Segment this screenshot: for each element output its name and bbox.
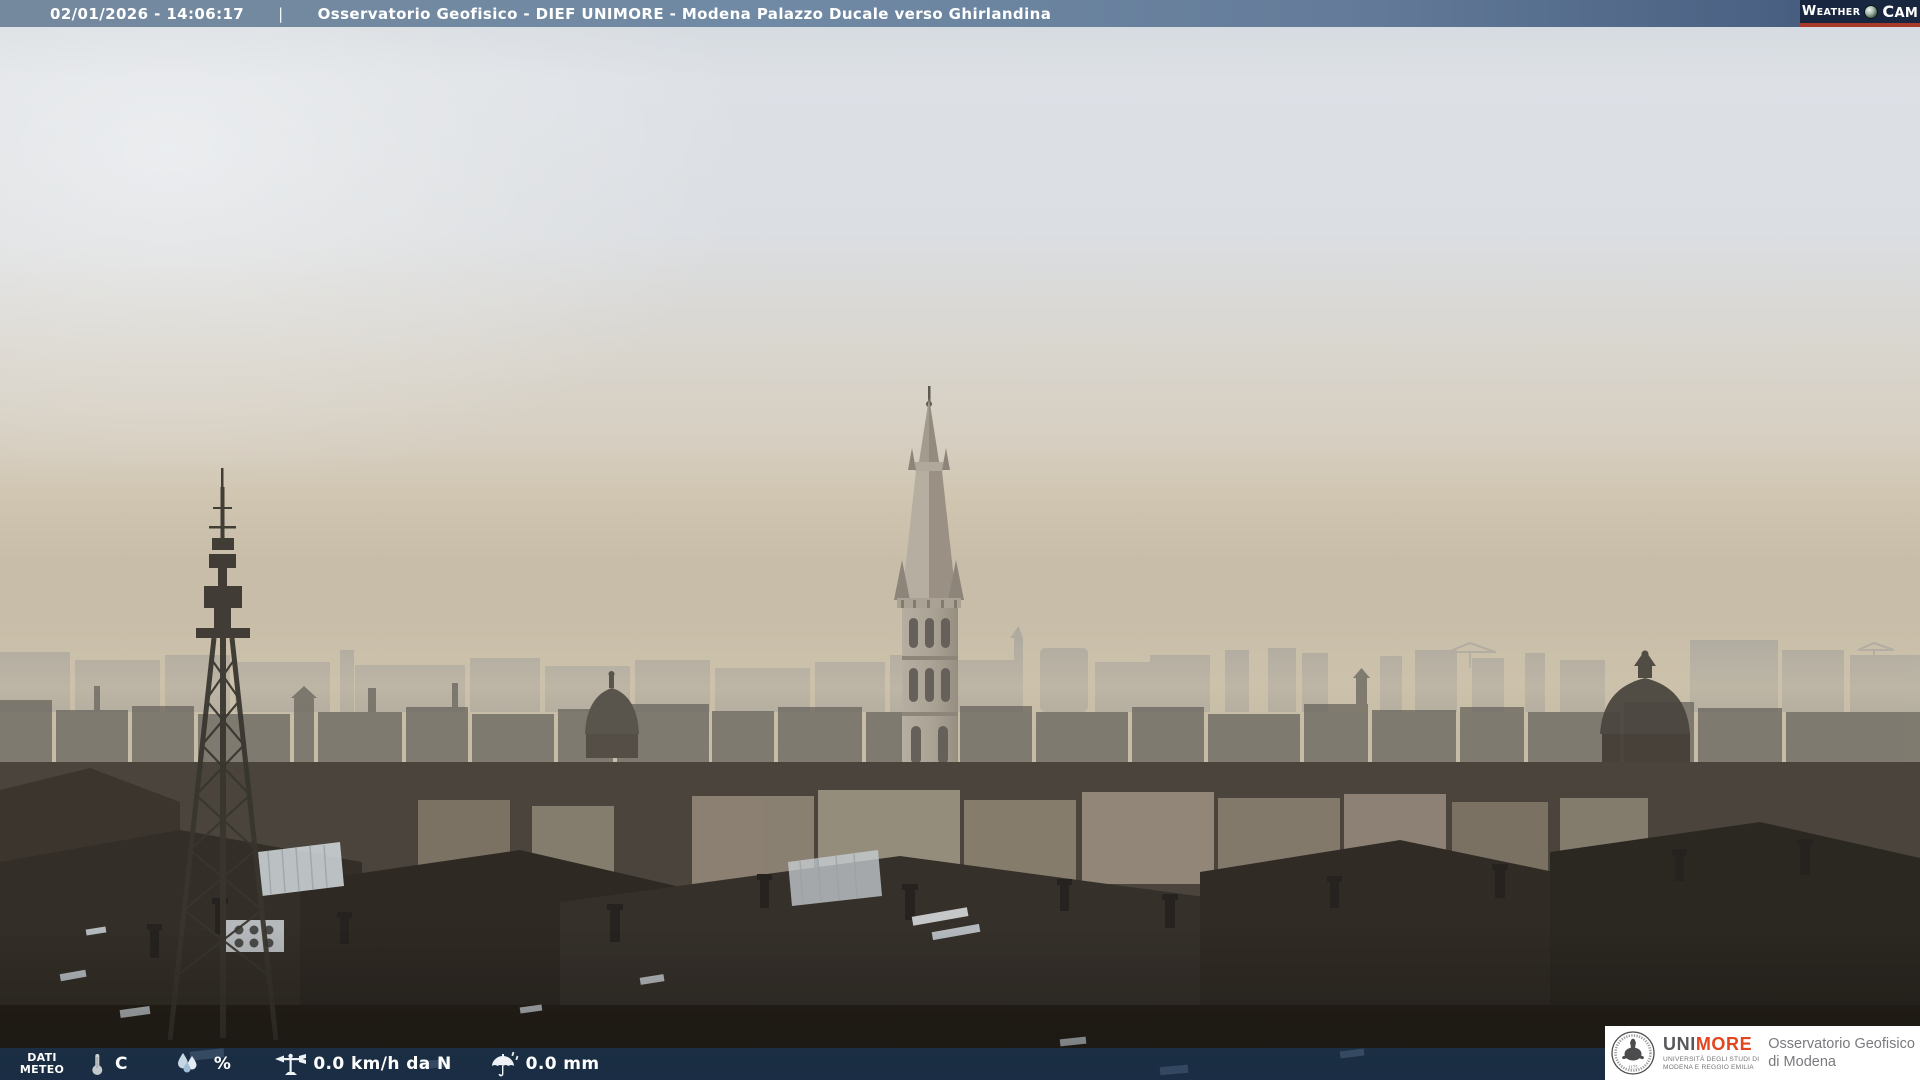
unimore-uni: UNI — [1663, 1033, 1696, 1054]
datetime-text: 02/01/2026 - 14:06:17 — [50, 4, 245, 23]
meteo-label: DATI METEO — [19, 1051, 65, 1076]
observatory-name: Osservatorio Geofisico di Modena — [1768, 1036, 1915, 1070]
wind-vane-icon — [275, 1053, 307, 1075]
camera-lens-icon — [1864, 4, 1879, 19]
thermometer-icon — [92, 1054, 103, 1075]
temperature-group: C — [84, 1051, 128, 1077]
page-title: Osservatorio Geofisico - DIEF UNIMORE - … — [317, 4, 1052, 23]
rain-group: 0.0 mm — [490, 1050, 600, 1078]
humidity-drops-icon — [177, 1053, 197, 1073]
rain-value: 0.0 mm — [525, 1054, 600, 1074]
rain-umbrella-icon — [491, 1051, 518, 1077]
titlebar-separator: | — [278, 4, 284, 23]
weathercam-logo[interactable]: Weather Cam — [1800, 0, 1920, 27]
webcam-page: 02/01/2026 - 14:06:17 | Osservatorio Geo… — [0, 0, 1920, 1080]
weathercam-word2: Cam — [1882, 2, 1919, 21]
unimore-more: MORE — [1695, 1033, 1753, 1054]
humidity-unit: % — [213, 1054, 232, 1074]
humidity-group: % — [174, 1051, 231, 1077]
unimore-logo-box[interactable]: 1175 UNIMORE UNIVERSITÀ DEGLI STUDI DI M… — [1605, 1026, 1920, 1080]
unimore-subtitle1: UNIVERSITÀ DEGLI STUDI DI — [1663, 1055, 1760, 1063]
unimore-wordmark: UNIMORE UNIVERSITÀ DEGLI STUDI DI MODENA… — [1663, 1035, 1759, 1072]
title-bar: 02/01/2026 - 14:06:17 | Osservatorio Geo… — [0, 0, 1920, 27]
wind-group: 0.0 km/h da N — [273, 1050, 451, 1078]
temperature-unit: C — [115, 1054, 128, 1074]
unimore-subtitle2: MODENA E REGGIO EMILIA — [1663, 1063, 1754, 1071]
wind-value: 0.0 km/h da N — [313, 1054, 452, 1074]
svg-text:1175: 1175 — [1628, 1065, 1638, 1070]
weathercam-word1: Weather — [1801, 4, 1861, 19]
webcam-photo-modena-skyline — [0, 0, 1920, 1080]
unimore-seal-icon: 1175 — [1611, 1031, 1655, 1075]
